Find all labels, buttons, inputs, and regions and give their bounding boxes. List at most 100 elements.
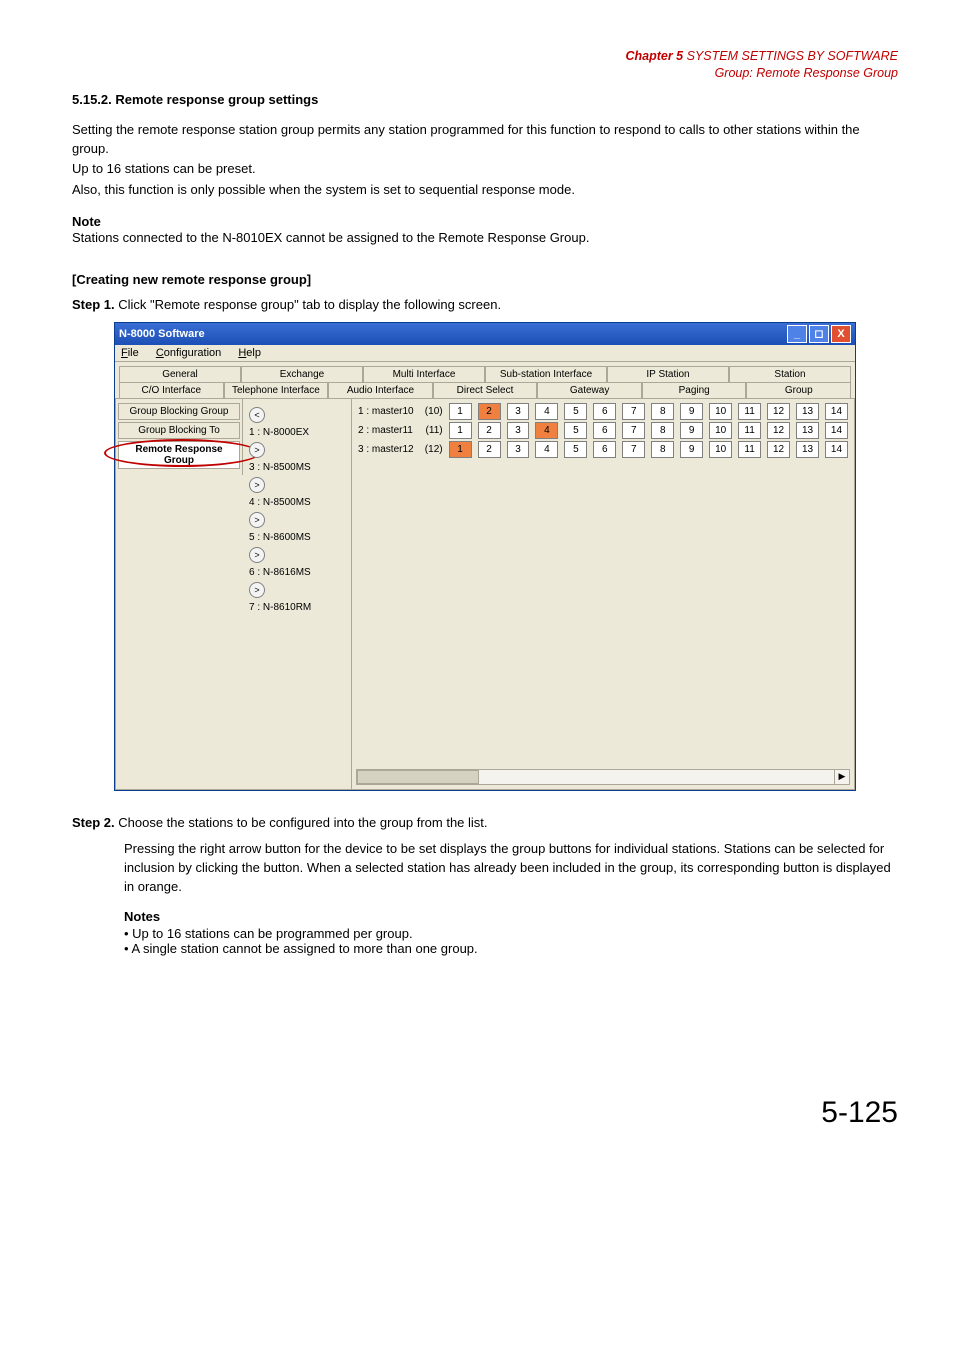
tab-telephone-interface[interactable]: Telephone Interface [224, 382, 329, 398]
station-cell[interactable]: 2 [478, 422, 501, 439]
station-grid: 1 : master10(10)12345678910111213142 : m… [352, 399, 854, 789]
station-cell[interactable]: 7 [622, 441, 645, 458]
window-close-button[interactable]: X [831, 325, 851, 343]
tab-sub-station-interface[interactable]: Sub-station Interface [485, 366, 607, 382]
tree-item-label: 3 : N-8500MS [249, 462, 311, 473]
station-cell[interactable]: 7 [622, 422, 645, 439]
station-cell[interactable]: 9 [680, 422, 703, 439]
tree-expand-icon[interactable]: > [249, 477, 265, 493]
station-cell[interactable]: 2 [478, 403, 501, 420]
tree-collapse-icon[interactable]: < [249, 407, 265, 423]
station-cell[interactable]: 5 [564, 403, 587, 420]
tab-ip-station[interactable]: IP Station [607, 366, 729, 382]
menubar: File Configuration Help [115, 345, 855, 362]
tab-paging[interactable]: Paging [642, 382, 747, 398]
step2-label: Step 2. [72, 815, 115, 830]
station-cell[interactable]: 1 [449, 441, 472, 458]
menu-file[interactable]: File [121, 347, 139, 359]
step2-line: Step 2. Choose the stations to be config… [72, 815, 898, 830]
station-cell[interactable]: 6 [593, 422, 616, 439]
intro-p2: Up to 16 stations can be preset. [72, 160, 898, 179]
tree-expand-icon[interactable]: > [249, 512, 265, 528]
station-cell[interactable]: 12 [767, 403, 790, 420]
station-cell[interactable]: 3 [507, 403, 530, 420]
window-minimize-button[interactable]: _ [787, 325, 807, 343]
tab-multi-interface[interactable]: Multi Interface [363, 366, 485, 382]
left-tab-remote-response-group[interactable]: Remote Response Group [118, 441, 240, 469]
station-cell[interactable]: 6 [593, 441, 616, 458]
station-cell[interactable]: 11 [738, 403, 761, 420]
station-cell[interactable]: 4 [535, 403, 558, 420]
left-tab-group-blocking-to[interactable]: Group Blocking To [118, 422, 240, 439]
note-body: Stations connected to the N-8010EX canno… [72, 229, 898, 248]
scrollbar-thumb[interactable] [357, 770, 479, 784]
station-cell[interactable]: 8 [651, 441, 674, 458]
station-cell[interactable]: 13 [796, 403, 819, 420]
station-cell[interactable]: 6 [593, 403, 616, 420]
device-tree: <1 : N-8000EX>3 : N-8500MS>4 : N-8500MS>… [243, 399, 352, 789]
intro-p1: Setting the remote response station grou… [72, 121, 898, 159]
station-cell[interactable]: 9 [680, 403, 703, 420]
tree-item: 7 : N-8610RM [249, 602, 345, 613]
station-cell[interactable]: 13 [796, 441, 819, 458]
station-cell[interactable]: 8 [651, 422, 674, 439]
tab-gateway[interactable]: Gateway [537, 382, 642, 398]
window-maximize-button[interactable]: ◻ [809, 325, 829, 343]
note-item: A single station cannot be assigned to m… [124, 941, 898, 956]
top-tabs: GeneralExchangeMulti InterfaceSub-statio… [115, 362, 855, 398]
station-cell[interactable]: 3 [507, 441, 530, 458]
master-index: (10) [420, 406, 443, 417]
scrollbar-right-arrow[interactable]: ▶ [834, 770, 849, 784]
station-cell[interactable]: 12 [767, 422, 790, 439]
tab-c-o-interface[interactable]: C/O Interface [119, 382, 224, 398]
station-cell[interactable]: 7 [622, 403, 645, 420]
tab-direct-select[interactable]: Direct Select [433, 382, 538, 398]
station-cell[interactable]: 5 [564, 422, 587, 439]
tab-exchange[interactable]: Exchange [241, 366, 363, 382]
tree-item: > [249, 547, 345, 563]
tab-station[interactable]: Station [729, 366, 851, 382]
step2-notes-heading: Notes [124, 909, 898, 924]
station-cell[interactable]: 4 [535, 441, 558, 458]
master-label: 1 : master10 [358, 406, 414, 417]
station-cell[interactable]: 14 [825, 441, 848, 458]
horizontal-scrollbar[interactable]: ▶ [356, 769, 850, 785]
tree-expand-icon[interactable]: > [249, 547, 265, 563]
station-cell[interactable]: 2 [478, 441, 501, 458]
menu-help[interactable]: Help [238, 347, 261, 359]
station-cell[interactable]: 10 [709, 403, 732, 420]
create-heading: [Creating new remote response group] [72, 272, 898, 287]
chapter-subtitle: Group: Remote Response Group [715, 66, 898, 80]
station-cell[interactable]: 13 [796, 422, 819, 439]
station-cell[interactable]: 5 [564, 441, 587, 458]
station-cell[interactable]: 4 [535, 422, 558, 439]
station-cell[interactable]: 9 [680, 441, 703, 458]
station-cell[interactable]: 10 [709, 441, 732, 458]
station-cell[interactable]: 12 [767, 441, 790, 458]
tree-item-label: 4 : N-8500MS [249, 497, 311, 508]
station-cell[interactable]: 11 [738, 422, 761, 439]
master-index: (12) [420, 444, 443, 455]
tab-audio-interface[interactable]: Audio Interface [328, 382, 433, 398]
station-cell[interactable]: 8 [651, 403, 674, 420]
station-cell[interactable]: 10 [709, 422, 732, 439]
station-cell[interactable]: 14 [825, 403, 848, 420]
tab-group[interactable]: Group [746, 382, 851, 398]
tree-expand-icon[interactable]: > [249, 582, 265, 598]
step1-text: Click "Remote response group" tab to dis… [118, 297, 501, 312]
station-cell[interactable]: 11 [738, 441, 761, 458]
menu-configuration[interactable]: Configuration [156, 347, 221, 359]
app-window: N-8000 Software _ ◻ X File Configuration… [114, 322, 856, 791]
station-cell[interactable]: 3 [507, 422, 530, 439]
tree-item: 3 : N-8500MS [249, 462, 345, 473]
station-cell[interactable]: 14 [825, 422, 848, 439]
station-cell[interactable]: 1 [449, 403, 472, 420]
step1-label: Step 1. [72, 297, 115, 312]
tab-general[interactable]: General [119, 366, 241, 382]
left-tab-group-blocking-group[interactable]: Group Blocking Group [118, 403, 240, 420]
master-row: 3 : master12(12)1234567891011121314 [358, 441, 848, 458]
station-cell[interactable]: 1 [449, 422, 472, 439]
tree-item: < [249, 407, 345, 423]
tree-expand-icon[interactable]: > [249, 442, 265, 458]
intro-p3: Also, this function is only possible whe… [72, 181, 898, 200]
